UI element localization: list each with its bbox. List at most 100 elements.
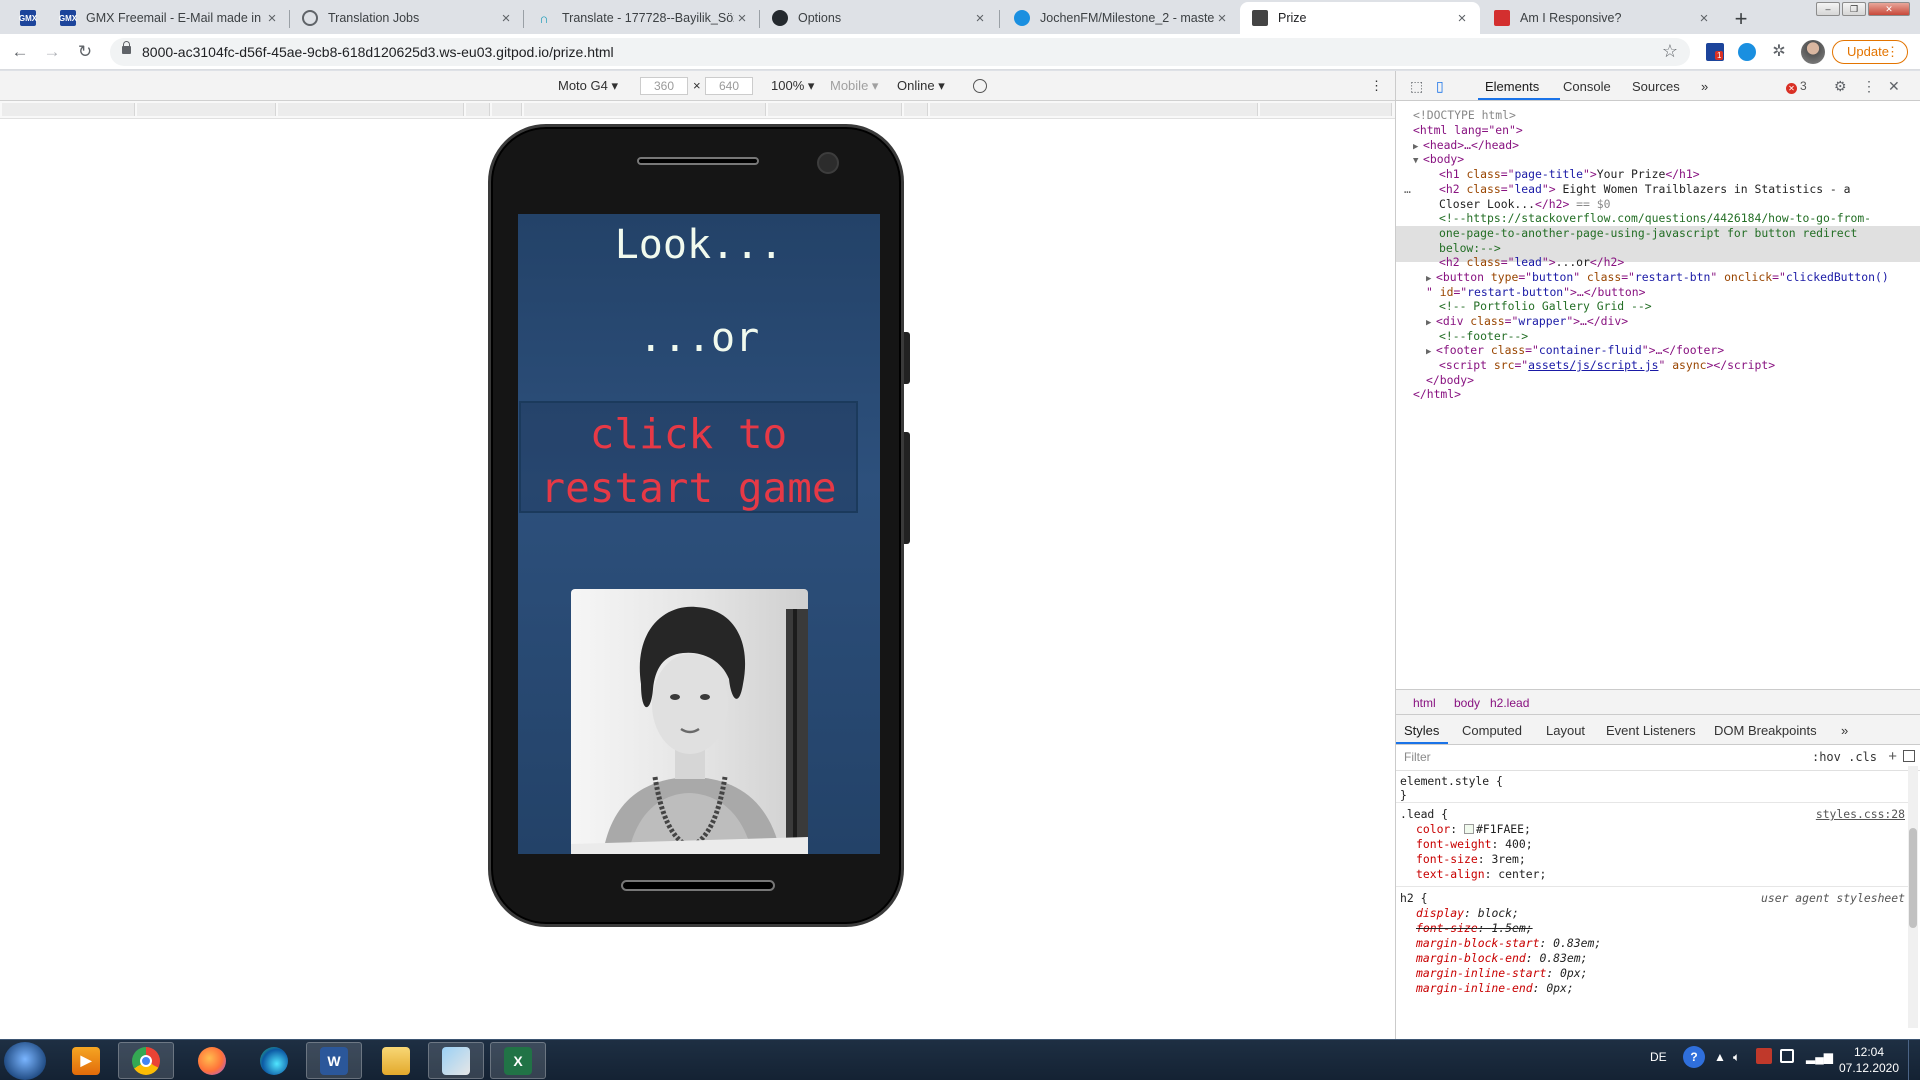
restart-button[interactable]: click to restart game: [519, 401, 858, 513]
tab-gmx-freemail[interactable]: GMX GMX Freemail - E-Mail made in German…: [48, 2, 290, 34]
network-signal-icon[interactable]: ▂▄▆: [1806, 1050, 1833, 1064]
gmx-mail-extension-icon[interactable]: 1: [1706, 43, 1724, 61]
start-button[interactable]: [4, 1042, 46, 1080]
device-height-input[interactable]: 640: [705, 77, 753, 95]
collapse-triangle-icon[interactable]: ▼: [1413, 152, 1423, 170]
dom-html-close[interactable]: </html>: [1413, 385, 1461, 403]
style-prop-row[interactable]: font-weight: 400;: [1416, 837, 1533, 853]
media-query-segment[interactable]: [466, 103, 490, 116]
media-query-segment[interactable]: [278, 103, 464, 116]
more-options-icon[interactable]: ⋮: [1370, 78, 1383, 94]
address-bar[interactable]: 8000-ac3104fc-d56f-45ae-9cb8-618d120625d…: [110, 38, 1690, 66]
styles-scrollbar[interactable]: [1908, 766, 1918, 1028]
forward-icon[interactable]: →: [40, 40, 64, 64]
h2-ua-rule[interactable]: h2 { user agent stylesheet display: bloc…: [1396, 888, 1911, 1026]
close-icon[interactable]: ×: [734, 10, 750, 27]
style-prop-row-overridden[interactable]: font-size: 1.5em;: [1416, 921, 1533, 937]
tab-event-listeners[interactable]: Event Listeners: [1606, 723, 1696, 738]
taskbar-word[interactable]: W: [306, 1042, 362, 1079]
avatar[interactable]: [1801, 40, 1825, 64]
minimize-button[interactable]: –: [1816, 2, 1840, 16]
puzzle-icon[interactable]: ✲: [1770, 43, 1788, 61]
add-rule-icon[interactable]: +: [1888, 748, 1897, 765]
device-type-select[interactable]: Mobile ▾: [830, 78, 878, 94]
tab-layout[interactable]: Layout: [1546, 723, 1585, 738]
taskbar-excel[interactable]: X: [490, 1042, 546, 1079]
hov-cls-toggles[interactable]: :hov .cls: [1812, 750, 1877, 764]
style-prop-row[interactable]: color: #F1FAEE;: [1416, 822, 1531, 838]
dom-script-src[interactable]: assets/js/script.js: [1528, 358, 1658, 372]
back-icon[interactable]: ←: [8, 40, 32, 64]
taskbar-media-player[interactable]: ▶: [58, 1042, 114, 1079]
language-indicator[interactable]: DE: [1650, 1050, 1667, 1064]
show-desktop-button[interactable]: [1908, 1040, 1920, 1080]
lead-style-rule[interactable]: .lead { styles.css:28 color: #F1FAEE; fo…: [1396, 804, 1911, 887]
lead-source-link[interactable]: styles.css:28: [1816, 807, 1905, 823]
media-query-segment[interactable]: [1260, 103, 1392, 116]
style-prop-row[interactable]: margin-block-start: 0.83em;: [1416, 936, 1601, 952]
device-toggle-icon[interactable]: ▯: [1436, 78, 1444, 95]
close-icon[interactable]: ×: [1214, 10, 1230, 27]
style-prop-row[interactable]: margin-block-end: 0.83em;: [1416, 951, 1587, 967]
error-counter[interactable]: ✕ 3: [1786, 79, 1807, 94]
expand-triangle-icon[interactable]: ▶: [1426, 343, 1436, 361]
bookmark-star-icon[interactable]: ☆: [1662, 41, 1678, 62]
media-query-segment[interactable]: [492, 103, 522, 116]
settings-gear-icon[interactable]: ⚙: [1834, 78, 1847, 95]
close-icon[interactable]: ×: [498, 10, 514, 27]
tab-styles[interactable]: Styles: [1404, 723, 1439, 738]
tab-options[interactable]: Options ×: [760, 2, 998, 34]
style-prop-row[interactable]: margin-inline-end: 0px;: [1416, 981, 1574, 997]
breadcrumb-h2-lead[interactable]: h2.lead: [1490, 696, 1529, 710]
style-prop-row[interactable]: margin-inline-start: 0px;: [1416, 966, 1587, 982]
tab-computed[interactable]: Computed: [1462, 723, 1522, 738]
battery-icon[interactable]: [1780, 1049, 1794, 1063]
more-tabs-icon[interactable]: »: [1701, 79, 1708, 94]
volume-icon[interactable]: 🔈︎: [1733, 1050, 1740, 1065]
media-query-segment[interactable]: [930, 103, 1258, 116]
tab-prize[interactable]: Prize ×: [1240, 2, 1480, 34]
inspect-element-icon[interactable]: ⬚: [1410, 78, 1423, 95]
color-swatch[interactable]: [1464, 824, 1475, 834]
taskbar-clock[interactable]: 12:04 07.12.2020: [1834, 1044, 1904, 1076]
dom-node-dots[interactable]: …: [1404, 180, 1411, 198]
element-style-rule[interactable]: element.style { }: [1396, 771, 1911, 803]
media-query-segment[interactable]: [137, 103, 276, 116]
taskbar-chrome[interactable]: [118, 1042, 174, 1079]
tab-elements[interactable]: Elements: [1485, 79, 1539, 94]
gitpod-extension-icon[interactable]: [1738, 43, 1756, 61]
taskbar-paint[interactable]: [428, 1042, 484, 1079]
tab-sources[interactable]: Sources: [1632, 79, 1680, 94]
toggle-sidebar-icon[interactable]: [1903, 750, 1915, 762]
device-width-input[interactable]: 360: [640, 77, 688, 95]
close-icon[interactable]: ×: [1454, 10, 1470, 27]
device-select[interactable]: Moto G4 ▾: [558, 78, 618, 94]
reload-icon[interactable]: ↻: [73, 40, 97, 64]
rotate-icon[interactable]: [973, 79, 987, 93]
taskbar-edge[interactable]: [246, 1042, 302, 1079]
media-query-segment[interactable]: [524, 103, 766, 116]
zoom-select[interactable]: 100% ▾: [771, 78, 814, 94]
new-tab-button[interactable]: +: [1727, 5, 1755, 33]
dom-comment-so-cont[interactable]: one-page-to-another-page-using-javascrip…: [1439, 224, 1857, 242]
close-icon[interactable]: ×: [1696, 10, 1712, 27]
help-icon[interactable]: ?: [1683, 1046, 1705, 1068]
tab-am-i-responsive[interactable]: Am I Responsive? ×: [1482, 2, 1722, 34]
close-icon[interactable]: ×: [972, 10, 988, 27]
update-button[interactable]: Update ⋮: [1832, 40, 1908, 64]
tab-translation-jobs[interactable]: Translation Jobs ×: [290, 2, 524, 34]
tab-dom-breakpoints[interactable]: DOM Breakpoints: [1714, 723, 1817, 738]
breadcrumb-html[interactable]: html: [1413, 696, 1436, 710]
style-prop-row[interactable]: display: block;: [1416, 906, 1519, 922]
tray-expand-icon[interactable]: ▲: [1714, 1050, 1726, 1064]
tab-milestone[interactable]: JochenFM/Milestone_2 - master ×: [1002, 2, 1240, 34]
media-query-segment[interactable]: [904, 103, 928, 116]
media-query-segment[interactable]: [2, 103, 135, 116]
close-devtools-icon[interactable]: ✕: [1888, 78, 1900, 95]
tab-gmx-pinned[interactable]: GMX: [8, 2, 48, 34]
taskbar-firefox[interactable]: [184, 1042, 240, 1079]
expand-triangle-icon[interactable]: ▶: [1426, 314, 1436, 332]
taskbar-explorer[interactable]: [368, 1042, 424, 1079]
security-icon[interactable]: [1756, 1048, 1772, 1064]
tab-translate[interactable]: ∩ Translate - 177728--Bayilik_Sözleşmesi…: [524, 2, 760, 34]
